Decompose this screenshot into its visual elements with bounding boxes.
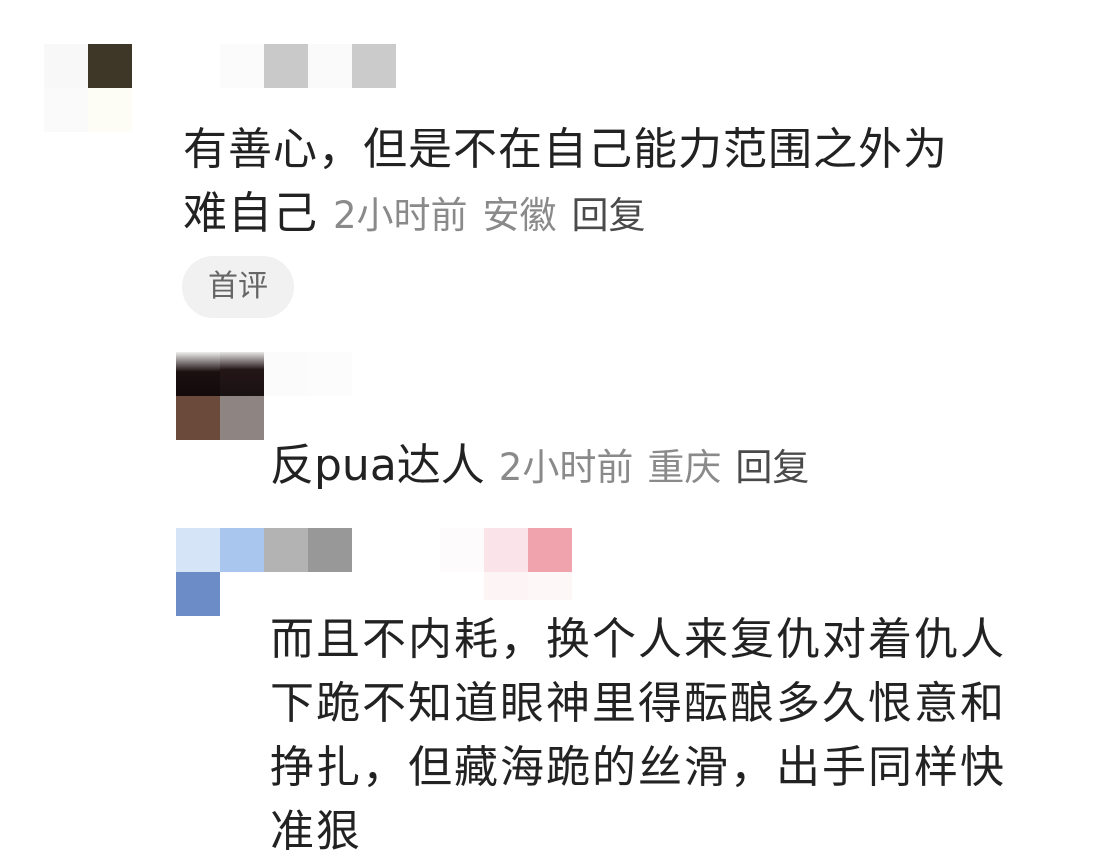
comment-line: 而且不内耗，换个人来复仇对着仇人 bbox=[270, 614, 1006, 665]
comment-line: 难自己 bbox=[183, 188, 318, 239]
username[interactable] bbox=[264, 352, 352, 396]
comment-line: 有善心，但是不在自己能力范围之外为 bbox=[183, 124, 948, 175]
comment-text: 反pua达人 2小时前 重庆 回复 bbox=[270, 434, 1070, 500]
avatar[interactable] bbox=[176, 528, 264, 616]
first-comment-badge: 首评 bbox=[182, 256, 294, 318]
comment-location: 安徽 bbox=[482, 194, 557, 237]
comment-location: 重庆 bbox=[647, 446, 722, 489]
username[interactable] bbox=[220, 44, 396, 88]
avatar[interactable] bbox=[176, 352, 264, 440]
comment-line: 准狠 bbox=[270, 806, 362, 857]
reply-button[interactable]: 回复 bbox=[572, 194, 646, 237]
comment-text: 而且不内耗，换个人来复仇对着仇人 下跪不知道眼神里得酝酿多久恨意和 挣扎，但藏海… bbox=[270, 608, 1080, 864]
comment-line: 下跪不知道眼神里得酝酿多久恨意和 bbox=[270, 678, 1006, 729]
username[interactable] bbox=[264, 528, 572, 600]
avatar[interactable] bbox=[44, 44, 132, 132]
comment-line: 挣扎，但藏海跪的丝滑，出手同样快 bbox=[270, 742, 1006, 793]
comment-line: 反pua达人 bbox=[270, 440, 485, 491]
comment-text: 有善心，但是不在自己能力范围之外为 难自己 2小时前 安徽 回复 bbox=[183, 118, 1063, 248]
comment-time: 2小时前 bbox=[498, 446, 634, 489]
comment-time: 2小时前 bbox=[333, 194, 468, 237]
reply-button[interactable]: 回复 bbox=[735, 446, 809, 489]
